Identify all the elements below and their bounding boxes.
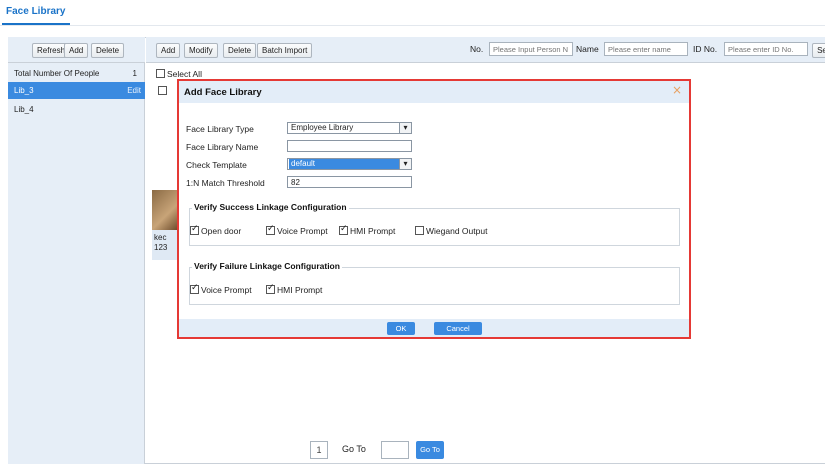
modify-person-button[interactable]: Modify xyxy=(184,43,218,58)
library-name-label: Face Library Name xyxy=(186,142,259,152)
option-label: Wiegand Output xyxy=(426,226,488,236)
failure-linkage-group: Verify Failure Linkage Configuration Voi… xyxy=(189,261,680,305)
delete-person-button[interactable]: Delete xyxy=(223,43,257,58)
dialog-title: Add Face Library xyxy=(184,87,262,98)
add-person-button[interactable]: Add xyxy=(156,43,181,58)
ok-button[interactable]: OK xyxy=(387,322,415,335)
goto-button[interactable]: Go To xyxy=(416,441,444,459)
wiegand-output-checkbox[interactable]: Wiegand Output xyxy=(415,226,487,236)
threshold-label: 1:N Match Threshold xyxy=(186,178,265,188)
name-label: Name xyxy=(576,44,599,54)
total-people-label: Total Number Of People xyxy=(14,69,100,78)
chevron-down-icon: ▾ xyxy=(399,123,411,133)
sidebar-toolbar: Refresh Add Delete xyxy=(8,37,145,63)
check-template-select[interactable]: default ▾ xyxy=(287,158,412,170)
failure-linkage-title: Verify Failure Linkage Configuration xyxy=(192,261,342,271)
name-input[interactable] xyxy=(604,42,688,56)
goto-page-input[interactable] xyxy=(381,441,409,459)
current-page[interactable]: 1 xyxy=(310,441,328,459)
check-template-value: default xyxy=(289,159,399,169)
success-hmi-prompt-checkbox[interactable]: HMI Prompt xyxy=(339,224,396,236)
option-label: Voice Prompt xyxy=(201,285,252,295)
check-template-label: Check Template xyxy=(186,160,247,170)
option-label: HMI Prompt xyxy=(350,226,396,236)
checkbox-icon xyxy=(190,283,199,294)
person-id: 123 xyxy=(154,243,168,252)
person-no-label: No. xyxy=(470,44,484,54)
cancel-button[interactable]: Cancel xyxy=(434,322,482,335)
person-card-info: kec 123 xyxy=(152,230,178,260)
dialog-footer: OK Cancel xyxy=(179,319,689,337)
failure-voice-prompt-checkbox[interactable]: Voice Prompt xyxy=(190,283,252,295)
library-type-label: Face Library Type xyxy=(186,124,254,134)
checkbox-icon xyxy=(156,69,165,78)
person-name: kec xyxy=(154,233,167,242)
id-no-input[interactable] xyxy=(724,42,808,56)
person-no-input[interactable] xyxy=(489,42,573,56)
checkbox-icon xyxy=(190,224,199,235)
add-library-button[interactable]: Add xyxy=(64,43,89,58)
sidebar-item-lib4[interactable]: Lib_4 xyxy=(8,101,145,118)
total-people-row: Total Number Of People 1 xyxy=(8,65,145,82)
success-linkage-group: Verify Success Linkage Configuration Ope… xyxy=(189,202,680,246)
threshold-input[interactable] xyxy=(287,176,412,188)
add-face-library-dialog: Add Face Library × Face Library Type Emp… xyxy=(177,79,691,339)
failure-hmi-prompt-checkbox[interactable]: HMI Prompt xyxy=(266,283,323,295)
id-no-label: ID No. xyxy=(693,44,718,54)
search-button[interactable]: Se xyxy=(812,43,825,58)
tab-divider xyxy=(0,25,825,26)
option-label: Voice Prompt xyxy=(277,226,328,236)
option-label: Open door xyxy=(201,226,242,236)
library-sidebar: Refresh Add Delete Total Number Of Peopl… xyxy=(8,37,145,464)
dialog-header: Add Face Library × xyxy=(179,81,689,103)
checkbox-icon xyxy=(266,283,275,294)
person-toolbar: Add Modify Delete Batch Import No. Name … xyxy=(146,37,825,63)
close-icon[interactable]: × xyxy=(672,83,682,97)
success-linkage-title: Verify Success Linkage Configuration xyxy=(192,202,349,212)
checkbox-icon xyxy=(339,224,348,235)
success-voice-prompt-checkbox[interactable]: Voice Prompt xyxy=(266,224,328,236)
sidebar-item-lib3[interactable]: Lib_3 Edit xyxy=(8,82,145,99)
checkbox-icon xyxy=(415,226,424,235)
select-all-label: Select All xyxy=(167,69,202,79)
edit-library-link[interactable]: Edit xyxy=(127,82,141,99)
chevron-down-icon: ▾ xyxy=(399,159,411,169)
tab-face-library[interactable]: Face Library xyxy=(6,6,65,17)
library-label: Lib_3 xyxy=(14,86,34,95)
option-label: HMI Prompt xyxy=(277,285,323,295)
person-card-checkbox[interactable] xyxy=(158,86,167,95)
open-door-checkbox[interactable]: Open door xyxy=(190,224,242,236)
goto-label: Go To xyxy=(342,444,366,454)
delete-library-button[interactable]: Delete xyxy=(91,43,125,58)
checkbox-icon xyxy=(266,224,275,235)
person-photo[interactable] xyxy=(152,190,178,230)
library-label: Lib_4 xyxy=(14,105,34,114)
select-all-checkbox[interactable]: Select All xyxy=(156,69,202,79)
batch-import-button[interactable]: Batch Import xyxy=(257,43,313,58)
library-type-value: Employee Library xyxy=(291,123,354,132)
library-type-select[interactable]: Employee Library ▾ xyxy=(287,122,412,134)
total-people-count: 1 xyxy=(132,69,137,78)
library-name-input[interactable] xyxy=(287,140,412,152)
